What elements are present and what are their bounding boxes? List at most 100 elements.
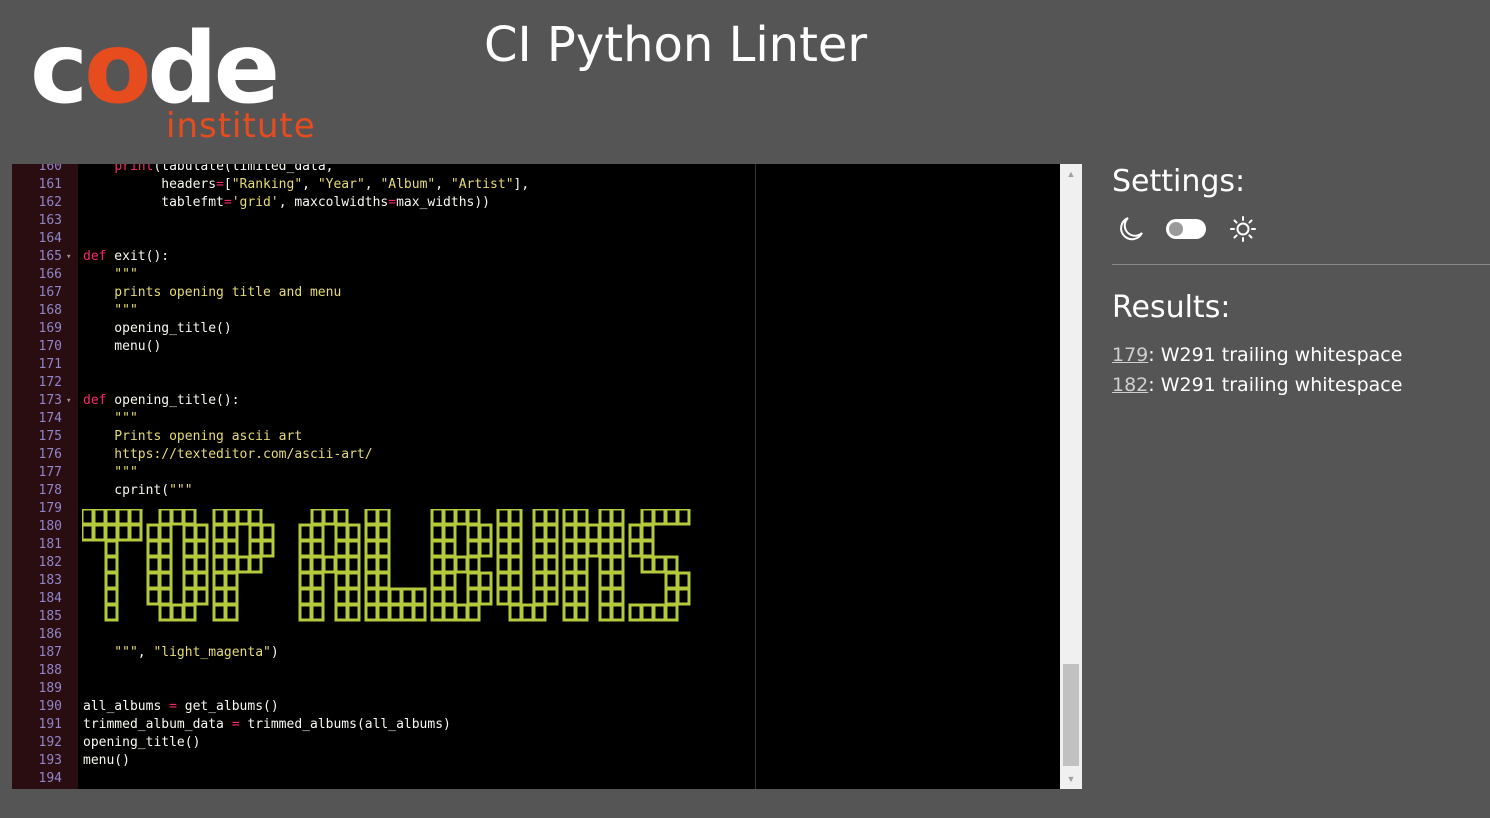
ascii-glyph [430,509,493,622]
scroll-down-arrow-icon[interactable]: ▼ [1060,771,1082,787]
ascii-glyph [562,509,625,622]
line-number: 167 [38,285,62,300]
scroll-thumb[interactable] [1063,664,1079,766]
code-institute-logo: code institute [30,14,320,146]
code-text: def opening_title(): [83,393,240,408]
line-number: 178 [38,483,62,498]
line-number: 175 [38,429,62,444]
code-text: """ [83,411,138,426]
line-number: 173 [38,393,62,408]
line-number: 172 [38,375,62,390]
code-line[interactable]: 191 trimmed_album_data = trimmed_albums(a… [12,716,1062,734]
code-line[interactable]: 170 menu() [12,338,1062,356]
code-line[interactable]: 189 [12,680,1062,698]
result-message: : W291 trailing whitespace [1148,344,1403,366]
code-line[interactable]: 167 prints opening title and menu [12,284,1062,302]
line-number: 182 [38,555,62,570]
line-number: 185 [38,609,62,624]
line-number: 183 [38,573,62,588]
code-text: trimmed_album_data = trimmed_albums(all_… [83,717,451,732]
sun-icon [1230,216,1256,242]
code-text: headers=["Ranking", "Year", "Album", "Ar… [83,177,530,192]
code-line[interactable]: 187 """, "light_magenta") [12,644,1062,662]
result-item: 179: W291 trailing whitespace [1112,340,1402,370]
code-line[interactable]: 175 Prints opening ascii art [12,428,1062,446]
code-text: opening_title() [83,321,232,336]
code-line[interactable]: 160 print(tabulate(limited_data, [12,164,1062,176]
ascii-glyph [82,509,143,622]
ascii-glyph [146,509,209,622]
code-line[interactable]: 178 cprint(""" [12,482,1062,500]
results-heading: Results: [1112,290,1231,325]
code-line[interactable]: 172 [12,374,1062,392]
line-number: 174 [38,411,62,426]
line-number: 177 [38,465,62,480]
line-number: 163 [38,213,62,228]
moon-icon [1120,217,1143,241]
code-line[interactable]: 161 headers=["Ranking", "Year", "Album",… [12,176,1062,194]
code-line[interactable]: 192 opening_title() [12,734,1062,752]
theme-switcher [1112,212,1262,248]
code-text: opening_title() [83,735,201,750]
code-text: """ [83,303,138,318]
line-number: 184 [38,591,62,606]
code-text: tablefmt='grid', maxcolwidths=max_widths… [83,195,491,210]
line-number: 168 [38,303,62,318]
result-line-link[interactable]: 179 [1112,344,1148,366]
result-line-link[interactable]: 182 [1112,374,1148,396]
line-number: 192 [38,735,62,750]
scroll-up-arrow-icon[interactable]: ▲ [1060,166,1082,182]
code-line[interactable]: 164 [12,230,1062,248]
settings-heading: Settings: [1112,164,1246,199]
code-line[interactable]: 168 """ [12,302,1062,320]
code-text: Prints opening ascii art [83,429,303,444]
code-line[interactable]: 165 ▾ def exit(): [12,248,1062,266]
line-number: 164 [38,231,62,246]
code-line[interactable]: 162 tablefmt='grid', maxcolwidths=max_wi… [12,194,1062,212]
code-line[interactable]: 193 menu() [12,752,1062,770]
line-number: 186 [38,627,62,642]
code-line[interactable]: 169 opening_title() [12,320,1062,338]
ascii-glyph [628,509,691,622]
code-line[interactable]: 194 [12,770,1062,788]
toggle-knob [1169,222,1183,236]
panel-divider [1112,264,1490,265]
code-line[interactable]: 190 all_albums = get_albums() [12,698,1062,716]
code-text: prints opening title and menu [83,285,342,300]
line-number: 171 [38,357,62,372]
code-line[interactable]: 163 [12,212,1062,230]
line-number: 194 [38,771,62,786]
code-line[interactable]: 166 """ [12,266,1062,284]
line-number: 181 [38,537,62,552]
line-number: 180 [38,519,62,534]
line-number: 189 [38,681,62,696]
code-line[interactable]: 171 [12,356,1062,374]
fold-arrow-icon[interactable]: ▾ [66,248,71,266]
code-editor[interactable]: 160 print(tabulate(limited_data, 161 head… [12,164,1082,789]
ascii-glyph [298,509,361,622]
page-title: CI Python Linter [484,17,868,73]
code-line[interactable]: 173 ▾ def opening_title(): [12,392,1062,410]
line-number: 191 [38,717,62,732]
line-number: 166 [38,267,62,282]
code-text: menu() [83,339,162,354]
code-line[interactable]: 176 https://texteditor.com/ascii-art/ [12,446,1062,464]
ascii-glyph [496,509,559,622]
line-number: 193 [38,753,62,768]
line-number: 190 [38,699,62,714]
result-message: : W291 trailing whitespace [1148,374,1403,396]
code-line[interactable]: 177 """ [12,464,1062,482]
editor-scrollbar[interactable]: ▲ ▼ [1060,164,1082,789]
code-line[interactable]: 188 [12,662,1062,680]
line-number: 179 [38,501,62,516]
line-number: 160 [38,164,62,174]
theme-toggle[interactable] [1166,219,1206,239]
fold-arrow-icon[interactable]: ▾ [66,392,71,410]
code-line[interactable]: 174 """ [12,410,1062,428]
line-number: 162 [38,195,62,210]
line-number: 161 [38,177,62,192]
ascii-glyph [212,509,275,622]
line-number: 187 [38,645,62,660]
line-number: 169 [38,321,62,336]
code-lines[interactable]: 160 print(tabulate(limited_data, 161 head… [12,164,1062,788]
